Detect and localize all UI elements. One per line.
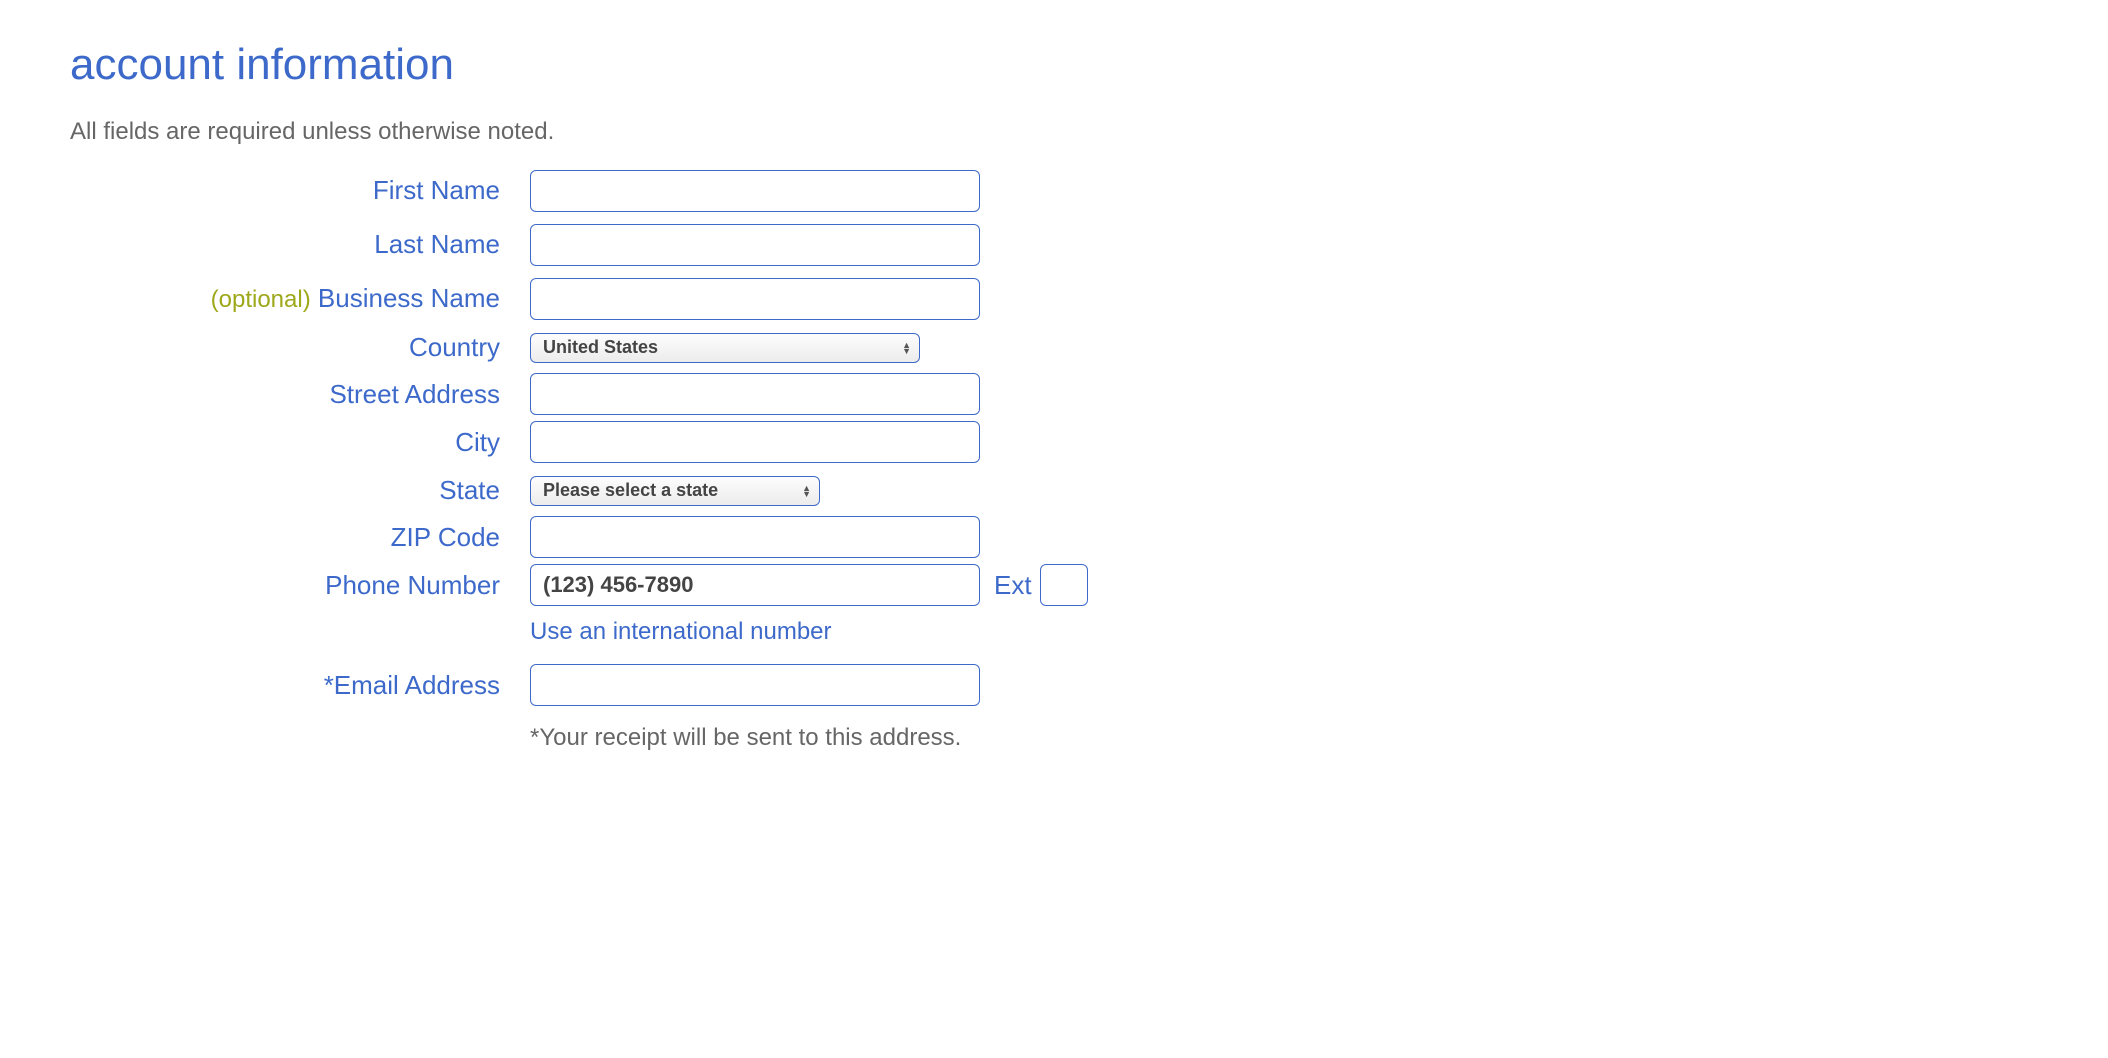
country-select[interactable]: United States ▲▼: [530, 333, 920, 363]
country-label: Country: [70, 332, 530, 363]
business-name-input[interactable]: [530, 278, 980, 320]
last-name-label: Last Name: [70, 229, 530, 260]
international-number-link[interactable]: Use an international number: [530, 618, 832, 646]
email-input[interactable]: [530, 664, 980, 706]
ext-label: Ext: [994, 570, 1032, 601]
street-input[interactable]: [530, 373, 980, 415]
ext-input[interactable]: [1040, 564, 1088, 606]
street-label: Street Address: [70, 379, 530, 410]
last-name-input[interactable]: [530, 224, 980, 266]
city-input[interactable]: [530, 421, 980, 463]
country-selected-value: United States: [543, 337, 658, 358]
required-note: All fields are required unless otherwise…: [70, 118, 2038, 146]
page-title: account information: [70, 40, 2038, 90]
phone-label: Phone Number: [70, 570, 530, 601]
first-name-label: First Name: [70, 175, 530, 206]
account-form: First Name Last Name (optional) Business…: [70, 170, 1090, 752]
city-label: City: [70, 427, 530, 458]
business-name-label: (optional) Business Name: [70, 283, 530, 315]
email-label: *Email Address: [70, 670, 530, 701]
select-arrows-icon: ▲▼: [802, 485, 811, 497]
phone-input[interactable]: [530, 564, 980, 606]
first-name-input[interactable]: [530, 170, 980, 212]
zip-input[interactable]: [530, 516, 980, 558]
state-selected-value: Please select a state: [543, 480, 718, 501]
email-footnote: *Your receipt will be sent to this addre…: [530, 724, 961, 752]
zip-label: ZIP Code: [70, 522, 530, 553]
state-select[interactable]: Please select a state ▲▼: [530, 476, 820, 506]
optional-tag: (optional): [211, 286, 311, 313]
select-arrows-icon: ▲▼: [902, 342, 911, 354]
state-label: State: [70, 475, 530, 506]
